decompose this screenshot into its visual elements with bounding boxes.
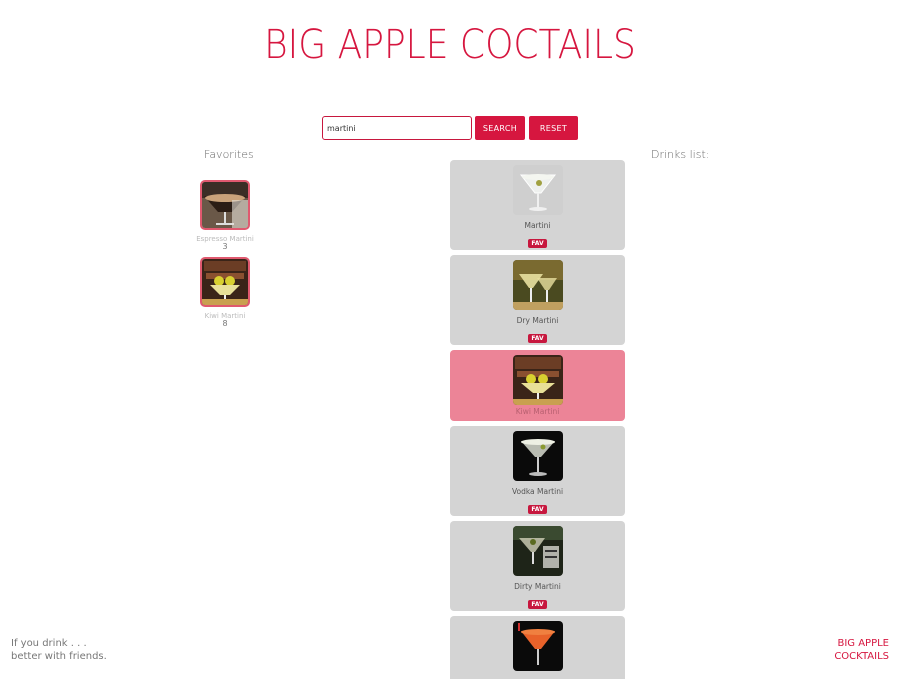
favorite-thumbnail[interactable] (200, 180, 250, 230)
fav-button[interactable]: FAV (528, 505, 547, 514)
favorite-count: 8 (222, 319, 228, 328)
footer-tagline: If you drink . . . better with friends. (11, 637, 107, 663)
favorite-thumbnail[interactable] (200, 257, 250, 307)
drinks-list: Martini FAV Dry Martini FAV Kiwi Martini… (450, 160, 625, 679)
favorite-item[interactable]: Kiwi Martini 8 (175, 257, 275, 328)
drink-name: Kiwi Martini (515, 407, 560, 416)
favorite-count: 3 (222, 242, 228, 251)
tagline-line: better with friends. (11, 651, 107, 662)
drinks-list-heading: Drinks list: (651, 148, 710, 161)
favorite-item[interactable]: Espresso Martini 3 (175, 180, 275, 251)
drink-card[interactable]: Dry Martini FAV (450, 255, 625, 345)
tagline-line: If you drink . . . (11, 638, 87, 649)
drink-name: Dirty Martini (514, 582, 561, 591)
drink-image (512, 431, 563, 481)
drink-name: Martini (524, 221, 551, 230)
drink-image (512, 260, 563, 310)
drink-card[interactable]: Vodka Martini FAV (450, 426, 625, 516)
drink-image (512, 165, 563, 215)
search-bar: SEARCH RESET (322, 116, 578, 140)
fav-button[interactable]: FAV (528, 334, 547, 343)
fav-button[interactable]: FAV (528, 239, 547, 248)
favorites-list: Espresso Martini 3 Kiwi Martini 8 (175, 180, 275, 334)
drink-name: Dry Martini (516, 316, 559, 325)
brand-line: COCKTAILS (834, 651, 889, 662)
drink-card[interactable] (450, 616, 625, 679)
drink-image (512, 621, 563, 671)
drink-card[interactable]: Martini FAV (450, 160, 625, 250)
drink-image (512, 355, 563, 405)
search-button[interactable]: SEARCH (475, 116, 525, 140)
reset-button[interactable]: RESET (529, 116, 578, 140)
brand-line: BIG APPLE (837, 638, 889, 649)
drink-card-selected[interactable]: Kiwi Martini (450, 350, 625, 421)
drink-name: Vodka Martini (511, 487, 564, 496)
drink-image (512, 526, 563, 576)
drink-card[interactable]: Dirty Martini FAV (450, 521, 625, 611)
favorites-heading: Favorites (204, 148, 254, 161)
fav-button[interactable]: FAV (528, 600, 547, 609)
site-title: BIG APPLE COCTAILS (264, 22, 636, 68)
search-input[interactable] (322, 116, 472, 140)
footer-brand[interactable]: BIG APPLE COCKTAILS (834, 637, 889, 663)
